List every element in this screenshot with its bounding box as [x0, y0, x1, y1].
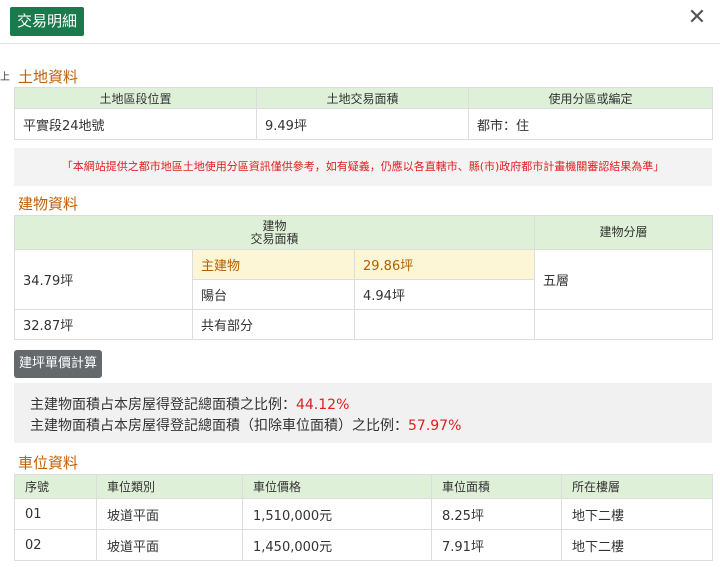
- table-row: 32.87坪 共有部分: [14, 309, 713, 340]
- ratio-label: 主建物面積占本房屋得登記總面積（扣除車位面積）之比例：: [30, 418, 408, 434]
- area-ratio-box: 主建物面積占本房屋得登記總面積之比例：44.12% 主建物面積占本房屋得登記總面…: [14, 383, 712, 443]
- main-building-ratio: 主建物面積占本房屋得登記總面積之比例：44.12%: [30, 395, 712, 416]
- parking-section-title: 車位資料: [18, 454, 79, 472]
- main-building-value: 29.86坪: [354, 249, 535, 280]
- land-table: 土地區段位置 土地交易面積 使用分區或編定 平實段24地號 9.49坪 都市：住: [14, 87, 713, 140]
- parking-price: 1,510,000元: [242, 498, 432, 530]
- parking-type: 坡道平面: [96, 498, 243, 530]
- land-header-location: 土地區段位置: [14, 87, 257, 109]
- empty-cell: [534, 309, 713, 340]
- building-area-header-line1: 建物: [262, 218, 287, 233]
- parking-header-row: 序號 車位類別 車位價格 車位面積 所在樓層: [14, 474, 713, 499]
- parking-no: 02: [14, 529, 97, 561]
- building-area-header: 建物 交易面積: [14, 215, 535, 250]
- parking-floor: 地下二樓: [561, 498, 713, 530]
- land-area: 9.49坪: [256, 108, 469, 140]
- parking-header-price: 車位價格: [242, 474, 432, 499]
- parking-table: 序號 車位類別 車位價格 車位面積 所在樓層 01 坡道平面 1,510,000…: [14, 474, 713, 561]
- land-header-zoning: 使用分區或編定: [468, 87, 713, 109]
- parking-area: 8.25坪: [431, 498, 562, 530]
- land-section-title: 土地資料: [18, 68, 79, 86]
- parking-price: 1,450,000元: [242, 529, 432, 561]
- land-header-area: 土地交易面積: [256, 87, 469, 109]
- dialog-header: 交易明細 ✕: [0, 0, 720, 44]
- building-area-header-line2: 交易面積: [250, 231, 299, 246]
- unit-price-calc-button[interactable]: 建坪單價計算: [14, 350, 103, 378]
- land-zoning: 都市：住: [468, 108, 713, 140]
- land-location: 平實段24地號: [14, 108, 257, 140]
- zoning-notice: 「本網站提供之都市地區土地使用分區資訊僅供參考，如有疑義，仍應以各直轄市、縣(市…: [14, 148, 712, 186]
- ratio-label: 主建物面積占本房屋得登記總面積之比例：: [30, 397, 296, 413]
- empty-cell: [354, 309, 535, 340]
- building-header-row: 建物 交易面積 建物分層: [14, 215, 713, 250]
- parking-header-type: 車位類別: [96, 474, 243, 499]
- building-table: 建物 交易面積 建物分層 34.79坪 主建物 29.86坪 五層 陽台 4.9…: [14, 215, 713, 340]
- ratio-value: 44.12%: [296, 397, 350, 413]
- table-row: 34.79坪 主建物 29.86坪 五層: [14, 249, 713, 310]
- table-row: 01 坡道平面 1,510,000元 8.25坪 地下二樓: [14, 498, 713, 530]
- close-icon[interactable]: ✕: [686, 6, 708, 30]
- shared-area-label: 共有部分: [192, 309, 355, 340]
- ratio-value: 57.97%: [408, 418, 462, 434]
- parking-area: 7.91坪: [431, 529, 562, 561]
- building-total-area: 34.79坪: [14, 249, 193, 310]
- building-floor-header: 建物分層: [534, 215, 713, 250]
- main-building-ratio-excl-parking: 主建物面積占本房屋得登記總面積（扣除車位面積）之比例：57.97%: [30, 416, 712, 437]
- shared-area-value: 32.87坪: [14, 309, 193, 340]
- building-floor: 五層: [534, 249, 713, 310]
- balcony-value: 4.94坪: [354, 279, 535, 310]
- dialog-title: 交易明細: [10, 7, 85, 36]
- parking-floor: 地下二樓: [561, 529, 713, 561]
- parking-header-area: 車位面積: [431, 474, 562, 499]
- parking-no: 01: [14, 498, 97, 530]
- building-section-title: 建物資料: [18, 195, 79, 213]
- table-row: 平實段24地號 9.49坪 都市：住: [14, 108, 713, 140]
- parking-header-floor: 所在樓層: [561, 474, 713, 499]
- parking-header-no: 序號: [14, 474, 97, 499]
- table-row: 02 坡道平面 1,450,000元 7.91坪 地下二樓: [14, 529, 713, 561]
- balcony-label: 陽台: [192, 279, 355, 310]
- parking-type: 坡道平面: [96, 529, 243, 561]
- left-edge-glyph: 上: [0, 72, 10, 83]
- land-header-row: 土地區段位置 土地交易面積 使用分區或編定: [14, 87, 713, 109]
- main-building-label: 主建物: [192, 249, 355, 280]
